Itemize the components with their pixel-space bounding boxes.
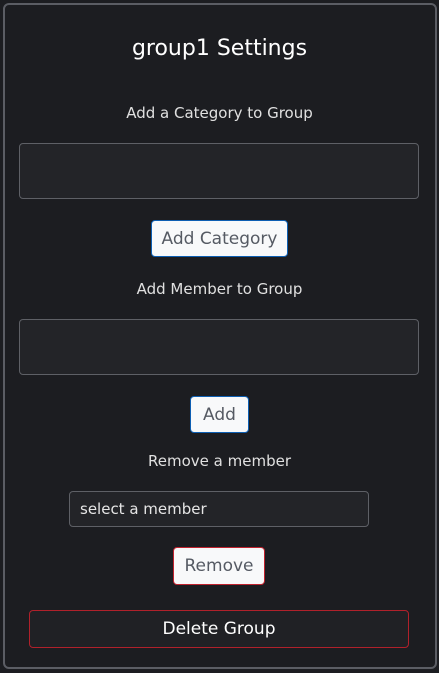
add-category-label: Add a Category to Group: [126, 104, 313, 122]
delete-group-button[interactable]: Delete Group: [29, 610, 409, 648]
add-category-button[interactable]: Add Category: [151, 220, 288, 257]
category-input[interactable]: [19, 143, 419, 199]
remove-member-label: Remove a member: [148, 452, 291, 470]
add-member-label: Add Member to Group: [136, 280, 303, 298]
add-member-button[interactable]: Add: [190, 396, 249, 433]
member-select-value: select a member: [80, 500, 207, 518]
remove-member-button[interactable]: Remove: [173, 547, 265, 585]
member-input[interactable]: [19, 319, 419, 375]
page-title: group1 Settings: [131, 36, 308, 61]
member-select[interactable]: select a member: [69, 491, 369, 527]
